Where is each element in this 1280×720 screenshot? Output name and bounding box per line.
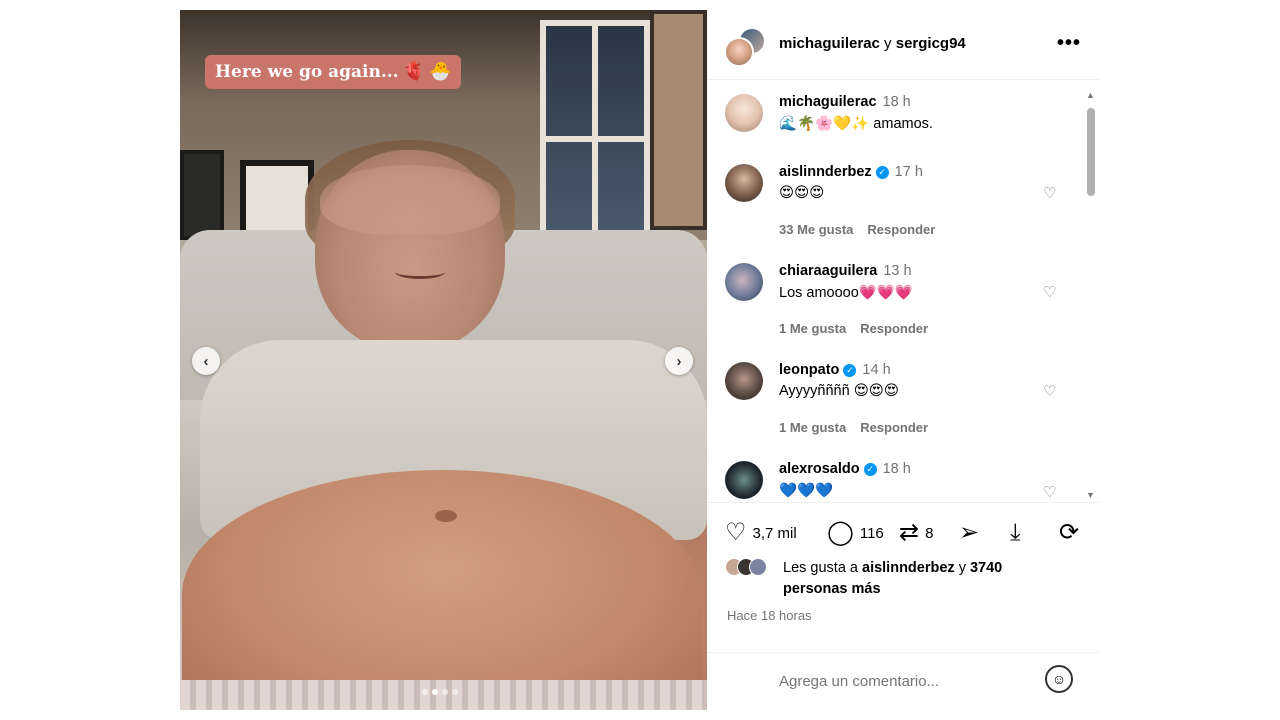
comments-list[interactable]: michaguilerac 18 h 🌊🌴🌸💛✨ amamos. aislinnd… [707, 90, 1100, 502]
verified-badge-icon: ✓ [863, 463, 877, 476]
likes-suffix: personas más [783, 581, 881, 597]
comment-username[interactable]: michaguilerac [779, 94, 877, 110]
comment-like-count[interactable]: 33 Me gusta [779, 222, 853, 237]
comment-meta: 1 Me gusta Responder [779, 321, 942, 336]
wall-frame-right [650, 10, 707, 230]
verified-badge-icon: ✓ [875, 166, 889, 179]
hatching-chick-icon: 🐣 [429, 61, 452, 82]
send-icon: ➢ [959, 519, 980, 546]
reply-button[interactable]: Responder [860, 420, 928, 435]
comment-text: 😍😍😍 [779, 185, 825, 201]
sticker-text: Here we go again... [215, 62, 399, 82]
person-navel [435, 510, 457, 522]
comment-bubble-icon: ◯ [827, 519, 854, 546]
chevron-right-icon: › [676, 352, 682, 370]
like-count: 3,7 mil [752, 524, 797, 542]
avatar[interactable] [725, 362, 763, 400]
post-authors: michaguilerac y sergicg94 [779, 35, 966, 52]
heart-icon: ♡ [725, 519, 747, 546]
post-timestamp: Hace 18 horas [727, 608, 812, 623]
repost-icon: ⇄ [899, 519, 920, 546]
person-pants [180, 680, 707, 710]
coauthor-link[interactable]: sergicg94 [896, 35, 966, 52]
repost-count: 8 [925, 524, 934, 542]
comment-text: Ayyyyññññ 😍😍😍 [779, 383, 900, 399]
scroll-down-arrow-icon[interactable]: ▼ [1086, 490, 1095, 500]
comment-time: 13 h [883, 263, 912, 279]
story-sticker: Here we go again... 🫀 🐣 [205, 55, 462, 89]
carousel-dot [452, 689, 458, 695]
comment-like-count[interactable]: 1 Me gusta [779, 420, 846, 435]
more-options-icon[interactable]: ••• [1057, 32, 1081, 55]
post-header: michaguilerac y sergicg94 ••• [707, 10, 1100, 80]
comment-count: 116 [859, 524, 884, 542]
comment-username[interactable]: aislinnderbez [779, 164, 872, 180]
rotate-frame-icon: ⟳ [1059, 519, 1080, 546]
add-comment-bar: ☺ [707, 652, 1100, 710]
carousel-next-button[interactable]: › [665, 347, 693, 375]
wall-frame-left [180, 150, 224, 240]
likes-count: 3740 [969, 560, 1003, 576]
comment-time: 18 h [882, 94, 911, 110]
likes-prefix: Les gusta a [783, 560, 862, 576]
comment-like-heart-icon[interactable]: ♡ [1043, 382, 1056, 400]
comment-like-heart-icon[interactable]: ♡ [1043, 283, 1056, 301]
comment-like-count[interactable]: 1 Me gusta [779, 321, 846, 336]
avatar[interactable] [725, 461, 763, 499]
comment-like-heart-icon[interactable]: ♡ [1043, 184, 1056, 202]
person-belly [182, 470, 702, 710]
comment-username[interactable]: leonpato [779, 362, 839, 378]
comment-time: 17 h [894, 164, 923, 180]
avatar [749, 558, 767, 576]
download-icon: ⤓ [1010, 519, 1021, 546]
anatomical-heart-icon: 🫀 [402, 61, 425, 82]
likes-summary: Les gusta a aislinnderbez y 3740 personas… [725, 558, 1055, 597]
comment-text: 💙💙💙 [779, 483, 834, 499]
comment-time: 14 h [862, 362, 891, 378]
carousel-dot [442, 689, 448, 695]
avatar[interactable] [725, 263, 763, 301]
carousel-dot [422, 689, 428, 695]
authors-joiner: y [879, 35, 896, 52]
comment-username[interactable]: alexrosaldo [779, 461, 860, 477]
like-button[interactable]: ♡ 3,7 mil [725, 521, 797, 545]
avatar[interactable] [725, 94, 763, 132]
avatar[interactable] [724, 37, 754, 67]
reply-button[interactable]: Responder [860, 321, 928, 336]
post-media[interactable]: Here we go again... 🫀 🐣 ‹ › [180, 10, 707, 710]
comment-time: 18 h [882, 461, 911, 477]
post-panel: michaguilerac y sergicg94 ••• michaguile… [707, 10, 1100, 710]
comment-input[interactable] [779, 668, 1039, 694]
post-actions: ♡ 3,7 mil ◯ 116 ⇄ 8 ➢ ⤓ ⟳ [707, 502, 1100, 562]
comment-text: Los amoooo💗💗💗 [779, 285, 913, 301]
avatar[interactable] [725, 164, 763, 202]
verified-badge-icon: ✓ [843, 364, 857, 377]
comment-button[interactable]: ◯ 116 [827, 521, 884, 545]
carousel-dots [422, 689, 458, 695]
repost-button[interactable]: ⇄ 8 [899, 521, 933, 545]
background-window [540, 20, 650, 260]
carousel-prev-button[interactable]: ‹ [192, 347, 220, 375]
comment-like-heart-icon[interactable]: ♡ [1043, 483, 1056, 501]
person-forehead [320, 165, 500, 235]
person-smile [395, 265, 445, 279]
emoji-picker-icon[interactable]: ☺ [1045, 665, 1073, 693]
reply-button[interactable]: Responder [867, 222, 935, 237]
comment-meta: 1 Me gusta Responder [779, 420, 942, 435]
carousel-dot-active [432, 689, 438, 695]
likes-user-link[interactable]: aislinnderbez [862, 560, 955, 576]
comment-username[interactable]: chiaraaguilera [779, 263, 877, 279]
comment-meta: 33 Me gusta Responder [779, 222, 949, 237]
download-button[interactable]: ⤓ [1010, 521, 1021, 545]
scroll-up-arrow-icon[interactable]: ▲ [1086, 90, 1095, 100]
comments-scrollbar[interactable]: ▲ ▼ [1086, 90, 1096, 502]
share-button[interactable]: ➢ [959, 521, 979, 545]
author-avatars[interactable] [724, 27, 768, 67]
rotate-button[interactable]: ⟳ [1059, 521, 1079, 545]
scrollbar-thumb[interactable] [1087, 108, 1095, 196]
comment-text: 🌊🌴🌸💛✨ amamos. [779, 116, 933, 132]
author-link[interactable]: michaguilerac [779, 35, 880, 52]
likes-joiner: y [954, 560, 970, 576]
chevron-left-icon: ‹ [203, 352, 209, 370]
